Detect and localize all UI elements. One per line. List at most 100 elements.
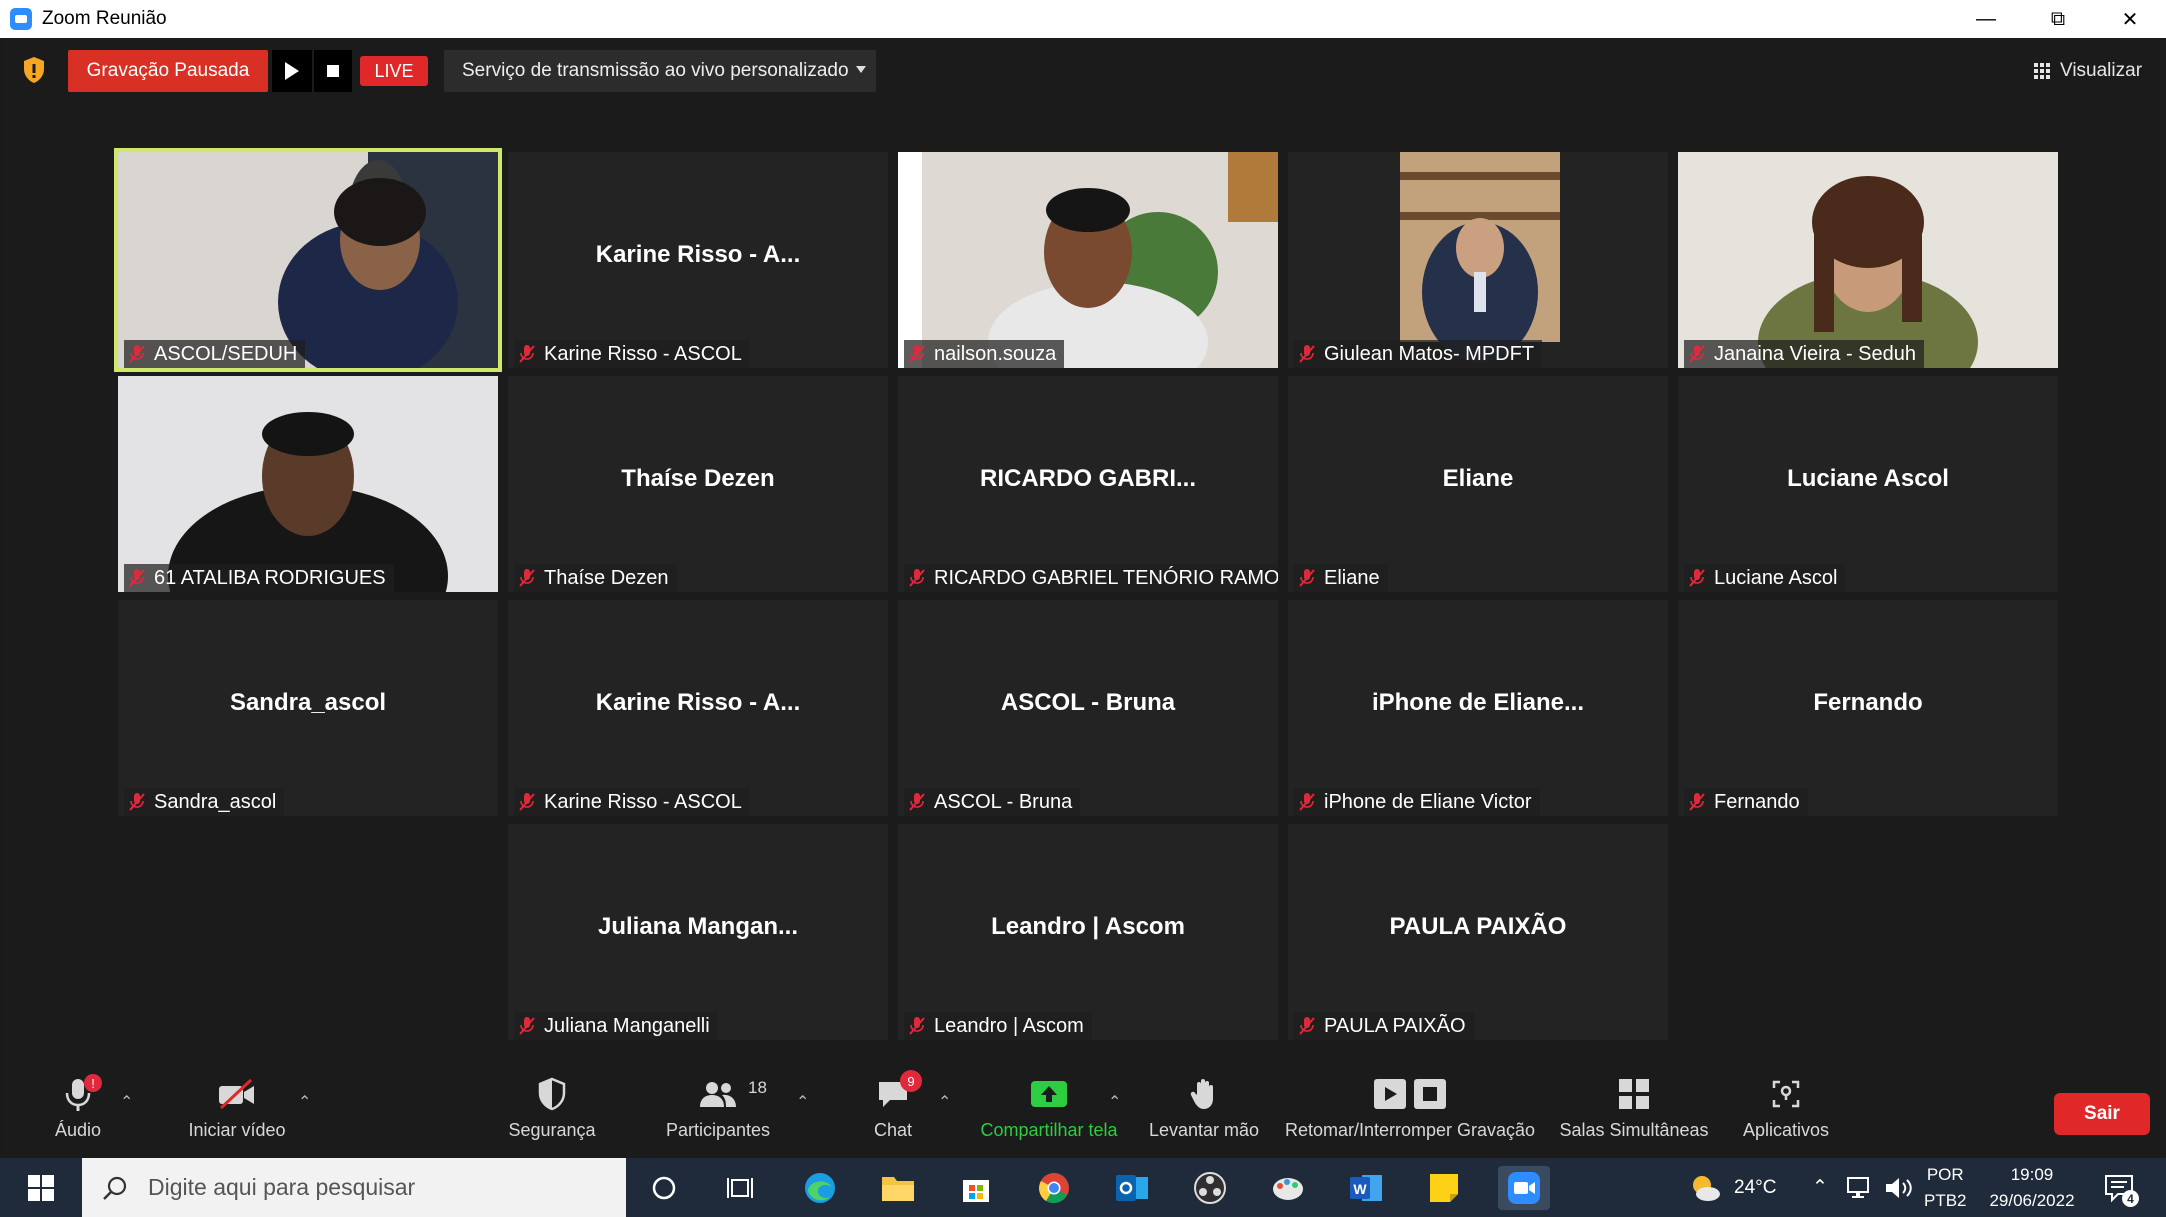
participant-tile[interactable]: Karine Risso - A... Karine Risso - ASCOL xyxy=(508,152,888,368)
participant-tile[interactable]: iPhone de Eliane... iPhone de Eliane Vict… xyxy=(1288,600,1668,816)
participants-label: Participantes xyxy=(665,1120,771,1140)
word-icon[interactable]: W xyxy=(1344,1166,1388,1210)
participant-display-name: Leandro | Ascom xyxy=(991,913,1185,940)
resume-stop-recording-button[interactable]: Retomar/Interromper Gravação xyxy=(1278,1074,1542,1141)
taskbar-search-box[interactable]: Digite aqui para pesquisar xyxy=(82,1158,626,1217)
microphone-icon: ! xyxy=(64,1074,102,1114)
input-language-indicator[interactable]: POR PTB2 xyxy=(1924,1162,1967,1214)
recording-paused-status: Gravação Pausada xyxy=(68,50,268,92)
participant-display-name: Karine Risso - A... xyxy=(595,241,801,268)
stream-service-dropdown[interactable]: Serviço de transmissão ao vivo personali… xyxy=(444,50,876,92)
participant-tile[interactable]: Juliana Mangan... Juliana Manganelli xyxy=(508,824,888,1040)
video-options-chevron[interactable]: ⌃ xyxy=(298,1092,312,1111)
participant-name-label: Luciane Ascol xyxy=(1684,564,1846,592)
file-explorer-icon[interactable] xyxy=(876,1166,920,1210)
apps-button[interactable]: Aplicativos xyxy=(1738,1074,1834,1141)
tray-expand-chevron[interactable]: ⌃ xyxy=(1812,1158,1828,1217)
share-options-chevron[interactable]: ⌃ xyxy=(1108,1092,1122,1111)
security-button[interactable]: Segurança xyxy=(502,1074,602,1141)
outlook-icon[interactable] xyxy=(1110,1166,1154,1210)
microphone-muted-icon xyxy=(518,792,536,812)
audio-options-chevron[interactable]: ⌃ xyxy=(120,1092,134,1111)
participant-tile[interactable]: Giulean Matos- MPDFT xyxy=(1288,152,1668,368)
raise-hand-label: Levantar mão xyxy=(1148,1120,1260,1140)
volume-icon[interactable] xyxy=(1884,1158,1914,1217)
restore-button[interactable]: ⧉ xyxy=(2022,0,2094,38)
audio-button[interactable]: ! Áudio xyxy=(50,1074,106,1141)
participant-tile[interactable]: 61 ATALIBA RODRIGUES xyxy=(118,376,498,592)
microphone-muted-icon xyxy=(1298,344,1316,364)
participant-tile[interactable]: ASCOL/SEDUH xyxy=(114,148,502,372)
participant-display-name: RICARDO GABRI... xyxy=(980,465,1196,492)
participant-tile[interactable]: Sandra_ascol Sandra_ascol xyxy=(118,600,498,816)
participant-video-feed xyxy=(118,152,498,368)
participant-tile[interactable]: Fernando Fernando xyxy=(1678,600,2058,816)
participant-name-label: 61 ATALIBA RODRIGUES xyxy=(124,564,394,592)
breakout-label: Salas Simultâneas xyxy=(1559,1120,1709,1140)
leave-meeting-button[interactable]: Sair xyxy=(2054,1093,2150,1135)
participant-display-name: PAULA PAIXÃO xyxy=(1389,913,1567,940)
participant-video-feed xyxy=(1678,152,2058,368)
shield-icon xyxy=(537,1074,567,1114)
sticky-notes-icon[interactable] xyxy=(1422,1166,1466,1210)
network-icon[interactable] xyxy=(1846,1158,1872,1217)
participant-tile[interactable]: Eliane Eliane xyxy=(1288,376,1668,592)
temperature: 24°C xyxy=(1734,1176,1777,1198)
weather-widget[interactable]: 24°C xyxy=(1688,1158,1776,1217)
microphone-muted-icon xyxy=(1298,1016,1316,1036)
task-view-icon[interactable] xyxy=(718,1166,762,1210)
participants-options-chevron[interactable]: ⌃ xyxy=(796,1092,810,1111)
participant-tile[interactable]: RICARDO GABRI... RICARDO GABRIEL TENÓRIO … xyxy=(898,376,1278,592)
participant-tile[interactable]: Thaíse Dezen Thaíse Dezen xyxy=(508,376,888,592)
raise-hand-button[interactable]: Levantar mão xyxy=(1146,1074,1262,1141)
participant-tile[interactable]: PAULA PAIXÃO PAULA PAIXÃO xyxy=(1288,824,1668,1040)
resume-recording-button[interactable] xyxy=(272,50,312,92)
obs-icon[interactable] xyxy=(1188,1166,1232,1210)
breakout-rooms-button[interactable]: Salas Simultâneas xyxy=(1558,1074,1710,1141)
view-button[interactable]: Visualizar xyxy=(2034,56,2142,86)
chrome-icon[interactable] xyxy=(1032,1166,1076,1210)
participant-name-label: ASCOL/SEDUH xyxy=(124,340,306,368)
windows-start-button[interactable] xyxy=(0,1158,82,1217)
share-screen-button[interactable]: Compartilhar tela xyxy=(974,1074,1124,1141)
participant-display-name: Sandra_ascol xyxy=(229,689,387,716)
taskbar-clock[interactable]: 19:09 29/06/2022 xyxy=(1982,1162,2082,1214)
svg-text:W: W xyxy=(1353,1181,1367,1197)
notification-count: 4 xyxy=(2122,1190,2139,1207)
security-label: Segurança xyxy=(508,1120,596,1140)
participants-button[interactable]: 18 Participantes xyxy=(662,1074,774,1141)
participant-tile[interactable]: Leandro | Ascom Leandro | Ascom xyxy=(898,824,1278,1040)
microphone-muted-icon xyxy=(518,1016,536,1036)
participant-name-label: Giulean Matos- MPDFT xyxy=(1294,340,1543,368)
chat-button[interactable]: 9 Chat xyxy=(868,1070,922,1141)
participant-name-label: Sandra_ascol xyxy=(124,788,285,816)
apps-icon xyxy=(1770,1074,1802,1114)
microsoft-store-icon[interactable] xyxy=(954,1166,998,1210)
notifications-button[interactable]: 4 xyxy=(2104,1158,2139,1217)
edge-browser-icon[interactable] xyxy=(798,1166,842,1210)
participant-tile[interactable]: nailson.souza xyxy=(898,152,1278,368)
participant-tile[interactable]: ASCOL - Bruna ASCOL - Bruna xyxy=(898,600,1278,816)
chat-options-chevron[interactable]: ⌃ xyxy=(938,1092,952,1111)
paint-app-icon[interactable] xyxy=(1266,1166,1310,1210)
participant-name: ASCOL/SEDUH xyxy=(154,342,298,365)
participant-tile[interactable]: Janaina Vieira - Seduh xyxy=(1678,152,2058,368)
participant-tile[interactable]: Luciane Ascol Luciane Ascol xyxy=(1678,376,2058,592)
participant-tile[interactable]: Karine Risso - A... Karine Risso - ASCOL xyxy=(508,600,888,816)
participant-video-feed xyxy=(118,376,498,592)
security-shield-icon[interactable] xyxy=(22,56,46,84)
participant-display-name: Karine Risso - A... xyxy=(595,689,801,716)
minimize-button[interactable]: — xyxy=(1950,0,2022,38)
video-label: Iniciar vídeo xyxy=(188,1120,286,1140)
participant-name-label: Thaíse Dezen xyxy=(514,564,677,592)
participant-name: Giulean Matos- MPDFT xyxy=(1324,342,1535,365)
raise-hand-icon xyxy=(1189,1074,1219,1114)
cortana-icon[interactable] xyxy=(642,1166,686,1210)
record-controls-icon xyxy=(1372,1074,1448,1114)
start-video-button[interactable]: Iniciar vídeo xyxy=(182,1074,292,1141)
participant-name-label: Eliane xyxy=(1294,564,1388,592)
close-button[interactable]: ✕ xyxy=(2094,0,2166,38)
stop-recording-button[interactable] xyxy=(314,50,352,92)
participant-name-label: Karine Risso - ASCOL xyxy=(514,340,750,368)
zoom-taskbar-icon[interactable] xyxy=(1498,1166,1550,1210)
